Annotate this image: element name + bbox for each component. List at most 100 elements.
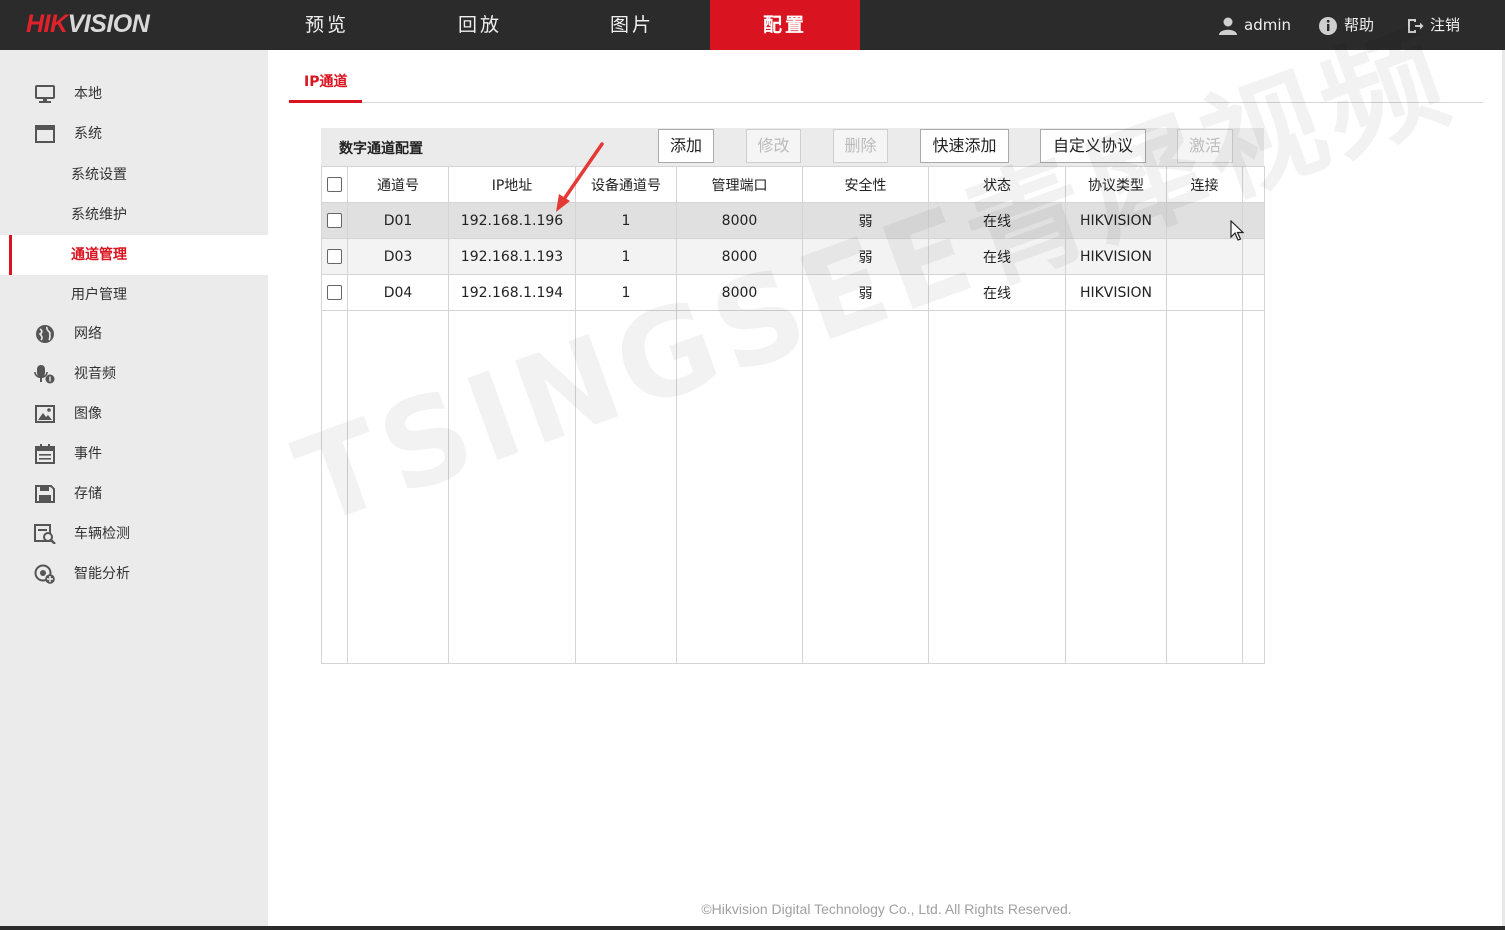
cell-ip: 192.168.1.196 (448, 202, 576, 239)
sidebar-item-label: 车辆检测 (74, 526, 130, 542)
column-header[interactable]: 连接 (1166, 166, 1243, 203)
sidebar-item-label: 智能分析 (74, 566, 130, 582)
nav-picture[interactable]: 图片 (557, 0, 707, 50)
cell-status: 在线 (928, 274, 1066, 311)
nav-playback[interactable]: 回放 (405, 0, 555, 50)
column-header[interactable]: 管理端口 (676, 166, 803, 203)
monitor-icon (35, 85, 55, 103)
delete-button[interactable]: 删除 (833, 129, 888, 163)
cell-blank (1242, 202, 1265, 239)
nav-preview[interactable]: 预览 (252, 0, 402, 50)
sidebar-item-system[interactable]: 系统 (0, 114, 268, 154)
cell-security: 弱 (802, 202, 929, 239)
cell-port: 8000 (676, 202, 803, 239)
column-header[interactable]: IP地址 (448, 166, 576, 203)
cell-security: 弱 (802, 274, 929, 311)
cell-port: 8000 (676, 238, 803, 275)
username: admin (1244, 16, 1291, 34)
globe-icon (36, 325, 54, 343)
row-checkbox[interactable] (327, 285, 342, 300)
save-icon (35, 485, 55, 503)
calendar-icon (35, 444, 55, 464)
row-checkbox-cell (321, 202, 348, 239)
sidebar-item-network[interactable]: 网络 (0, 314, 268, 354)
modify-button[interactable]: 修改 (746, 129, 801, 163)
sidebar-item-vehicle-detection[interactable]: 车辆检测 (0, 514, 268, 554)
sidebar-item-label: 系统维护 (71, 207, 127, 223)
panel-title: 数字通道配置 (339, 141, 423, 157)
sidebar-item-user-management[interactable]: 用户管理 (0, 275, 268, 315)
cell-blank (1242, 238, 1265, 275)
top-navbar: HIKVISION 预览 回放 图片 配置 admin 帮助 注销 (0, 0, 1505, 50)
digital-channel-panel: 数字通道配置 添加 修改 删除 快速添加 自定义协议 激活 通道号 IP地址 设… (321, 128, 1265, 666)
cell-blank (1242, 274, 1265, 311)
quick-add-button[interactable]: 快速添加 (920, 129, 1009, 163)
sidebar-item-local[interactable]: 本地 (0, 74, 268, 114)
smart-analysis-icon (34, 564, 55, 584)
sidebar-item-label: 网络 (74, 326, 102, 342)
column-header[interactable]: 设备通道号 (575, 166, 677, 203)
column-header[interactable]: 安全性 (802, 166, 929, 203)
sidebar-item-label: 本地 (74, 86, 102, 102)
sidebar-item-label: 存储 (74, 486, 102, 502)
cell-dev-channel: 1 (575, 274, 677, 311)
activate-button[interactable]: 激活 (1177, 129, 1233, 163)
custom-protocol-button[interactable]: 自定义协议 (1040, 129, 1146, 163)
select-all-checkbox[interactable] (327, 177, 342, 192)
sidebar-item-label: 通道管理 (71, 247, 127, 263)
cell-ip: 192.168.1.193 (448, 238, 576, 275)
nav-configuration[interactable]: 配置 (710, 0, 860, 50)
sidebar-item-video-audio[interactable]: 视音频 (0, 354, 268, 394)
channel-table: 通道号 IP地址 设备通道号 管理端口 安全性 状态 协议类型 连接 D01 1… (321, 166, 1265, 664)
copyright-text: ©Hikvision Digital Technology Co., Ltd. … (701, 901, 1072, 917)
row-checkbox[interactable] (327, 249, 342, 264)
footer: ©Hikvision Digital Technology Co., Ltd. … (0, 899, 1505, 918)
cell-channel: D04 (347, 274, 449, 311)
panel-toolbar: 数字通道配置 添加 修改 删除 快速添加 自定义协议 激活 (321, 128, 1264, 166)
column-header[interactable]: 协议类型 (1065, 166, 1167, 203)
cell-channel: D03 (347, 238, 449, 275)
cell-channel: D01 (347, 202, 449, 239)
sidebar-item-label: 系统 (74, 126, 102, 142)
row-checkbox-cell (321, 274, 348, 311)
sidebar-item-channel-management[interactable]: 通道管理 (0, 235, 268, 275)
cell-connect (1166, 202, 1243, 239)
column-header[interactable]: 状态 (928, 166, 1066, 203)
image-icon (35, 405, 55, 423)
cell-dev-channel: 1 (575, 202, 677, 239)
hikvision-logo: HIKVISION (26, 10, 150, 38)
cell-dev-channel: 1 (575, 238, 677, 275)
table-row[interactable]: D03 192.168.1.193 1 8000 弱 在线 HIKVISION (321, 238, 1265, 275)
sidebar-item-storage[interactable]: 存储 (0, 474, 268, 514)
sidebar-item-label: 系统设置 (71, 167, 127, 183)
select-all-cell (321, 166, 348, 203)
tab-ip-channel[interactable]: IP通道 (289, 66, 363, 103)
user-icon (1219, 17, 1237, 35)
bottom-bar (0, 926, 1505, 930)
row-checkbox[interactable] (327, 213, 342, 228)
table-empty-area (321, 310, 1265, 664)
logout-link[interactable]: 注销 (1406, 0, 1460, 50)
sidebar: 本地 系统 系统设置 系统维护 通道管理 用户管理 网络 视音频 图像 事件 存… (0, 50, 268, 930)
sidebar-item-system-settings[interactable]: 系统设置 (0, 155, 268, 195)
row-checkbox-cell (321, 238, 348, 275)
user-account[interactable]: admin (1218, 0, 1291, 50)
sidebar-item-system-maintenance[interactable]: 系统维护 (0, 195, 268, 235)
sidebar-item-smart-analysis[interactable]: 智能分析 (0, 554, 268, 594)
cell-port: 8000 (676, 274, 803, 311)
vehicle-detect-icon (34, 524, 56, 544)
sidebar-item-event[interactable]: 事件 (0, 434, 268, 474)
cell-protocol: HIKVISION (1065, 202, 1167, 239)
table-row[interactable]: D01 192.168.1.196 1 8000 弱 在线 HIKVISION (321, 202, 1265, 239)
system-icon (35, 125, 55, 143)
table-header-row: 通道号 IP地址 设备通道号 管理端口 安全性 状态 协议类型 连接 (321, 166, 1265, 203)
table-row[interactable]: D04 192.168.1.194 1 8000 弱 在线 HIKVISION (321, 274, 1265, 311)
sidebar-item-image[interactable]: 图像 (0, 394, 268, 434)
add-button[interactable]: 添加 (658, 129, 714, 163)
column-header[interactable]: 通道号 (347, 166, 449, 203)
cell-status: 在线 (928, 202, 1066, 239)
cell-security: 弱 (802, 238, 929, 275)
cell-connect (1166, 274, 1243, 311)
column-header-blank (1242, 166, 1265, 203)
help-link[interactable]: 帮助 (1318, 0, 1374, 50)
